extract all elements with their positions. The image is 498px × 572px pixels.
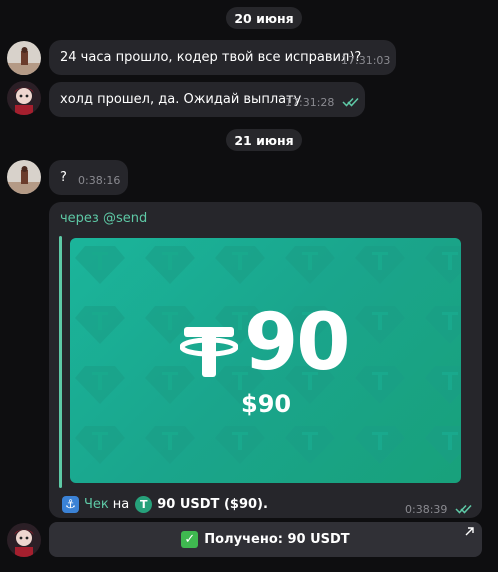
message-bubble[interactable]: ? 0:38:16	[49, 160, 128, 195]
message-time: 17:31:28	[285, 96, 335, 109]
message-text: холд прошел, да. Ожидай выплату	[60, 92, 302, 107]
caption-amount: 90 USDT ($90).	[157, 497, 268, 512]
check-preview-card[interactable]: 90 $90	[70, 238, 461, 483]
own-avatar[interactable]	[7, 81, 41, 115]
date-label: 21 июня	[234, 132, 294, 148]
check-link[interactable]: Чек	[84, 497, 109, 512]
double-check-icon	[342, 97, 359, 107]
date-separator: 21 июня	[226, 129, 302, 151]
message-time: 0:38:39	[405, 503, 448, 516]
check-amount-usd: $90	[241, 390, 292, 418]
check-mark-icon: ✓	[181, 531, 199, 548]
arrow-up-right-icon	[465, 527, 474, 536]
tether-icon: T	[135, 496, 153, 513]
anchor-icon: ⚓	[62, 496, 79, 513]
message-bubble[interactable]: холд прошел, да. Ожидай выплату 17:31:28	[49, 82, 365, 117]
preview-accent-bar	[59, 236, 62, 488]
message-bubble[interactable]: 24 часа прошло, кодер твой все исправил)…	[49, 40, 396, 75]
own-avatar[interactable]	[7, 523, 41, 557]
caption-prefix: на	[112, 497, 130, 512]
sender-avatar[interactable]	[7, 160, 41, 194]
received-button-label: Получено: 90 USDT	[204, 532, 350, 547]
double-check-icon	[455, 504, 472, 514]
via-bot-label[interactable]: через @send	[60, 211, 147, 226]
message-time: 0:38:16	[78, 174, 121, 187]
check-caption: ⚓ Чек на T 90 USDT ($90).	[62, 496, 268, 513]
received-button[interactable]: ✓ Получено: 90 USDT	[49, 522, 482, 557]
message-text: ?	[60, 170, 67, 185]
sender-avatar[interactable]	[7, 41, 41, 75]
tether-icon	[180, 327, 238, 377]
date-separator: 20 июня	[226, 7, 302, 29]
check-amount: 90	[244, 298, 351, 388]
date-label: 20 июня	[234, 10, 294, 26]
message-text: 24 часа прошло, кодер твой все исправил)…	[60, 50, 362, 65]
message-time: 17:31:03	[341, 54, 391, 67]
